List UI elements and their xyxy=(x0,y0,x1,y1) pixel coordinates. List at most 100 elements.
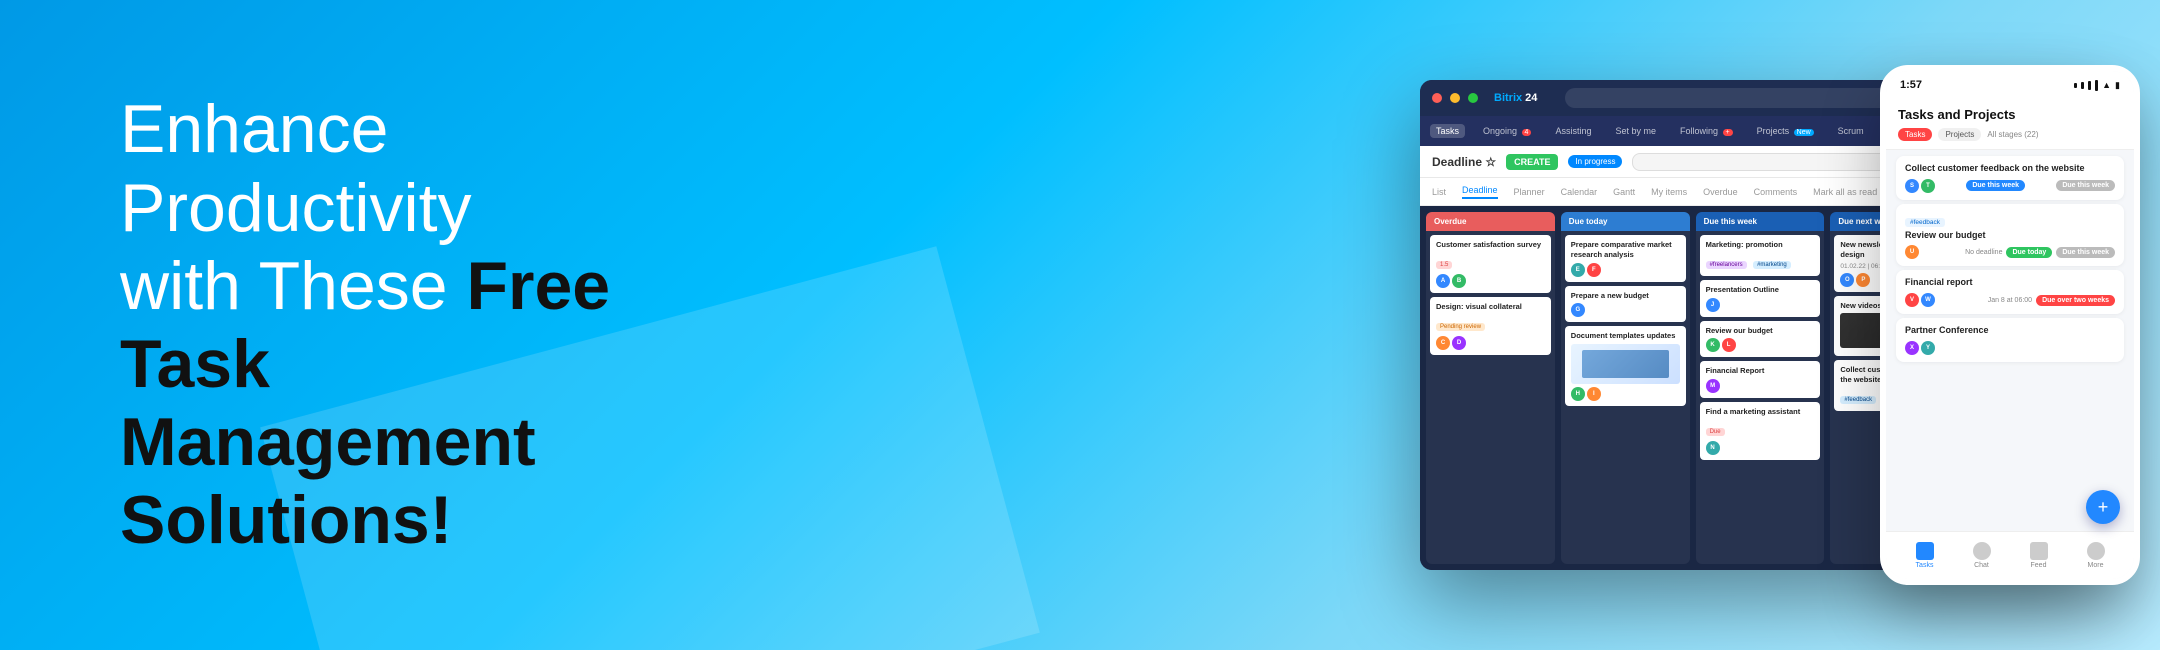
view-list[interactable]: List xyxy=(1432,187,1446,197)
titlebar-search[interactable] xyxy=(1565,88,1930,108)
card-docs[interactable]: Document templates updates H I xyxy=(1565,326,1686,406)
headline-line3: Management xyxy=(120,404,536,480)
mobile-task-title: Review our budget xyxy=(1905,230,2115,242)
view-overdue[interactable]: Overdue xyxy=(1703,187,1738,197)
avatar: U xyxy=(1905,245,1919,259)
card-title: Financial Report xyxy=(1706,366,1815,376)
signal-icon xyxy=(2088,81,2091,90)
chat-icon xyxy=(1973,542,1991,560)
kanban-col-today: Due today Prepare comparative market res… xyxy=(1561,212,1690,564)
headline-line1: Enhance Productivity xyxy=(120,91,471,245)
card-avatars: H I xyxy=(1571,387,1680,401)
view-myitems[interactable]: My items xyxy=(1651,187,1687,197)
avatar: S xyxy=(1905,179,1919,193)
card-avatars: J xyxy=(1706,298,1815,312)
col-header-overdue: Overdue xyxy=(1426,212,1555,231)
bottom-tab-label: Chat xyxy=(1974,562,1989,569)
due-badge-alt: Due this week xyxy=(2056,247,2115,258)
bottom-tab-feed[interactable]: Feed xyxy=(2030,542,2048,569)
mobile-avatar-row: V W xyxy=(1905,293,1935,307)
mobile-filter-tasks[interactable]: Tasks xyxy=(1898,128,1932,141)
avatar: D xyxy=(1452,336,1466,350)
card-avatars: K L xyxy=(1706,338,1815,352)
maximize-dot xyxy=(1468,93,1478,103)
tab-setbyme[interactable]: Set by me xyxy=(1609,124,1662,138)
view-markallread[interactable]: Mark all as read xyxy=(1813,187,1877,197)
card-avatars: E F xyxy=(1571,263,1680,277)
headline-line2: with These xyxy=(120,248,466,324)
mobile-task-item[interactable]: Partner Conference X Y xyxy=(1896,318,2124,362)
avatar: E xyxy=(1571,263,1585,277)
banner: Enhance Productivity with These Free Tas… xyxy=(0,0,2160,650)
card-tag: 1.5 xyxy=(1436,261,1452,269)
signal-icon xyxy=(2095,80,2098,91)
headline: Enhance Productivity with These Free Tas… xyxy=(120,90,680,559)
col-body-today: Prepare comparative market research anal… xyxy=(1561,231,1690,564)
signal-icon xyxy=(2074,83,2077,88)
avatar: Y xyxy=(1921,341,1935,355)
mobile-icons: ▲ ▮ xyxy=(2074,80,2120,91)
avatar: G xyxy=(1571,303,1585,317)
tab-tasks[interactable]: Tasks xyxy=(1430,124,1465,138)
mobile-fab[interactable]: + xyxy=(2086,490,2120,524)
mobile-filter-projects[interactable]: Projects xyxy=(1938,128,1981,141)
create-button[interactable]: CREATE xyxy=(1506,154,1558,170)
view-planner[interactable]: Planner xyxy=(1514,187,1545,197)
mobile-task-item[interactable]: #feedback Review our budget U No deadlin… xyxy=(1896,204,2124,267)
tab-ongoing[interactable]: Ongoing 4 xyxy=(1477,124,1537,138)
mobile-filter-row: Tasks Projects All stages (22) xyxy=(1898,128,2122,141)
card-visual[interactable]: Design: visual collateral Pending review… xyxy=(1430,297,1551,355)
bottom-tab-label: Feed xyxy=(2031,562,2047,569)
avatar: N xyxy=(1706,441,1720,455)
due-badge: Due this week xyxy=(1966,180,2025,191)
bottom-tab-label: More xyxy=(2088,562,2104,569)
bottom-tab-tasks[interactable]: Tasks xyxy=(1916,542,1934,569)
task-no-deadline: No deadline xyxy=(1965,249,2002,256)
tab-following[interactable]: Following + xyxy=(1674,124,1739,138)
card-marketing-asst[interactable]: Find a marketing assistant Due N xyxy=(1700,402,1821,460)
col-body-overdue: Customer satisfaction survey 1.5 A B Des… xyxy=(1426,231,1555,564)
progress-filter[interactable]: In progress xyxy=(1568,155,1622,168)
view-calendar[interactable]: Calendar xyxy=(1561,187,1598,197)
avatar: K xyxy=(1706,338,1720,352)
mobile-task-title: Financial report xyxy=(1905,277,2115,289)
card-tag: #freelancers xyxy=(1706,261,1747,269)
card-budget[interactable]: Prepare a new budget G xyxy=(1565,286,1686,323)
card-marketing[interactable]: Marketing: promotion #freelancers #marke… xyxy=(1700,235,1821,276)
mobile-task-item[interactable]: Collect customer feedback on the website… xyxy=(1896,156,2124,200)
wifi-icon: ▲ xyxy=(2102,80,2111,90)
card-survey[interactable]: Customer satisfaction survey 1.5 A B xyxy=(1430,235,1551,293)
view-comments[interactable]: Comments xyxy=(1754,187,1798,197)
avatar: L xyxy=(1722,338,1736,352)
card-reviewbudget[interactable]: Review our budget K L xyxy=(1700,321,1821,358)
due-badge: Due over two weeks xyxy=(2036,295,2115,306)
mobile-time: 1:57 xyxy=(1900,79,1922,91)
mobile-statusbar: 1:57 ▲ ▮ xyxy=(1886,71,2134,99)
card-title: Review our budget xyxy=(1706,326,1815,336)
due-badge-alt: Due this week xyxy=(2056,180,2115,191)
due-badge: Due today xyxy=(2006,247,2052,258)
mobile-task-meta: X Y xyxy=(1905,341,2115,355)
avatar: M xyxy=(1706,379,1720,393)
tab-projects[interactable]: Projects New xyxy=(1751,124,1820,138)
col-body-thisweek: Marketing: promotion #freelancers #marke… xyxy=(1696,231,1825,564)
mobile-header: Tasks and Projects Tasks Projects All st… xyxy=(1886,99,2134,150)
card-financial[interactable]: Financial Report M xyxy=(1700,361,1821,398)
avatar: B xyxy=(1452,274,1466,288)
avatar: O xyxy=(1840,273,1854,287)
text-section: Enhance Productivity with These Free Tas… xyxy=(0,90,680,559)
close-dot xyxy=(1432,93,1442,103)
tab-scrum[interactable]: Scrum xyxy=(1832,124,1870,138)
view-deadline[interactable]: Deadline xyxy=(1462,185,1498,199)
card-avatars: C D xyxy=(1436,336,1545,350)
view-gantt[interactable]: Gantt xyxy=(1613,187,1635,197)
card-presentation[interactable]: Presentation Outline J xyxy=(1700,280,1821,317)
mobile-task-item[interactable]: Financial report V W Jan 8 at 06:00 Due … xyxy=(1896,270,2124,314)
avatar: I xyxy=(1587,387,1601,401)
avatar: F xyxy=(1587,263,1601,277)
card-market[interactable]: Prepare comparative market research anal… xyxy=(1565,235,1686,282)
avatar: V xyxy=(1905,293,1919,307)
bottom-tab-chat[interactable]: Chat xyxy=(1973,542,1991,569)
tab-assisting[interactable]: Assisting xyxy=(1549,124,1597,138)
bottom-tab-more[interactable]: More xyxy=(2087,542,2105,569)
